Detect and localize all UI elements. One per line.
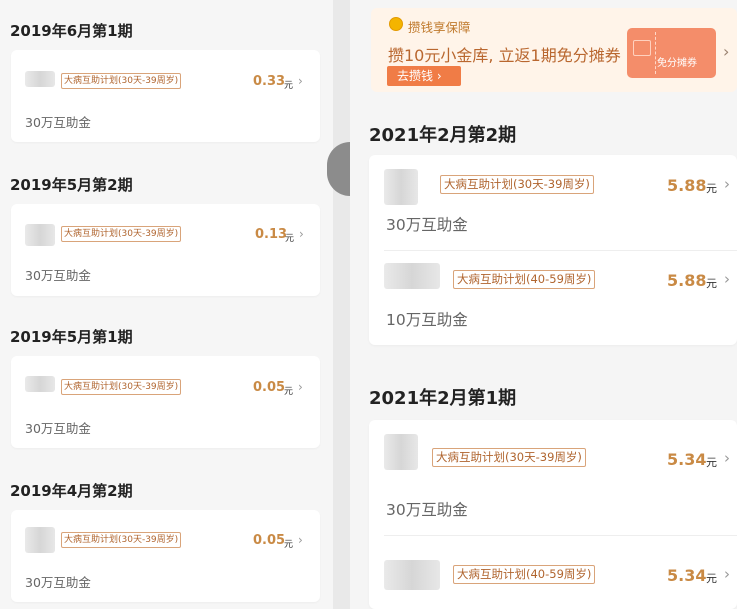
amount-unit: 元 [706, 182, 717, 195]
amount-unit: 元 [284, 387, 294, 397]
period-title: 2021年2月第2期 [369, 125, 517, 146]
amount: 5.34 [667, 566, 707, 585]
blurred-avatar [25, 527, 55, 553]
period-title: 2019年4月第2期 [10, 482, 133, 500]
chevron-right-icon[interactable]: › [299, 227, 304, 241]
plan-tag: 大病互助计划(30天-39周岁) [61, 532, 182, 548]
blurred-avatar [25, 71, 55, 87]
period-title: 2019年5月第2期 [10, 176, 133, 194]
save-money-button[interactable]: 去攒钱 › [387, 66, 461, 86]
coverage-label: 30万互助金 [25, 575, 91, 590]
amount-unit: 元 [284, 540, 294, 550]
row-divider [384, 535, 737, 536]
chevron-right-icon[interactable]: › [724, 565, 730, 583]
period-title: 2021年2月第1期 [369, 388, 517, 409]
left-panel: 2019年6月第1期 大病互助计划(30天-39周岁) 0.33 元 › 30万… [0, 0, 333, 609]
period-title: 2019年6月第1期 [10, 22, 133, 40]
amount-unit: 元 [285, 234, 295, 244]
coverage-label: 30万互助金 [386, 216, 468, 234]
blurred-avatar [384, 169, 418, 205]
plan-tag: 大病互助计划(30天-39周岁) [61, 226, 182, 242]
ticket-label: 免分摊券 [657, 58, 697, 69]
coverage-label: 30万互助金 [25, 115, 91, 130]
chevron-right-icon[interactable]: › [298, 74, 303, 88]
coverage-label: 30万互助金 [386, 501, 468, 519]
amount-unit: 元 [284, 81, 294, 91]
ticket-stub-icon [633, 40, 651, 56]
amount-unit: 元 [706, 277, 717, 290]
amount: 5.34 [667, 450, 707, 469]
period-card[interactable]: 大病互助计划(30天-39周岁) 0.05 元 › 30万互助金 [11, 356, 320, 448]
panel-divider [333, 0, 350, 609]
ticket-perforation [655, 32, 656, 74]
chevron-right-icon[interactable]: › [298, 380, 303, 394]
amount: 0.05 [253, 380, 286, 395]
blurred-avatar [25, 224, 55, 246]
blurred-avatar [384, 434, 418, 470]
coverage-label: 30万互助金 [25, 268, 91, 283]
amount-unit: 元 [706, 456, 717, 469]
plan-tag: 大病互助计划(30天-39周岁) [61, 379, 182, 395]
plan-tag: 大病互助计划(30天-39周岁) [440, 175, 594, 194]
amount-unit: 元 [706, 572, 717, 585]
coin-icon [389, 17, 403, 31]
coupon-ticket: 免分摊券 [627, 28, 716, 78]
plan-tag: 大病互助计划(40-59周岁) [453, 270, 596, 289]
period-card[interactable]: 大病互助计划(30天-39周岁) 0.05 元 › 30万互助金 [11, 510, 320, 602]
plan-tag: 大病互助计划(30天-39周岁) [432, 448, 586, 467]
savings-promo-banner[interactable]: 攒钱享保障 攒10元小金库, 立返1期免分摊券 去攒钱 › 免分摊券 › [371, 8, 737, 92]
blurred-avatar [384, 263, 440, 289]
plan-tag: 大病互助计划(40-59周岁) [453, 565, 596, 584]
period-card: 大病互助计划(30天-39周岁) 5.88 元 › 30万互助金 大病互助计划(… [369, 155, 737, 345]
amount: 0.05 [253, 533, 286, 548]
chevron-right-icon[interactable]: › [298, 533, 303, 547]
period-title: 2019年5月第1期 [10, 328, 133, 346]
plan-tag: 大病互助计划(30天-39周岁) [61, 73, 182, 89]
chevron-right-icon[interactable]: › [724, 175, 730, 193]
promo-text: 攒10元小金库, 立返1期免分摊券 [388, 46, 621, 65]
blurred-avatar [25, 376, 55, 392]
coverage-label: 30万互助金 [25, 421, 91, 436]
period-card: 大病互助计划(30天-39周岁) 5.34 元 › 30万互助金 大病互助计划(… [369, 420, 737, 609]
row-divider [384, 250, 737, 251]
period-card[interactable]: 大病互助计划(30天-39周岁) 0.33 元 › 30万互助金 [11, 50, 320, 142]
chevron-right-icon[interactable]: › [724, 449, 730, 467]
period-card[interactable]: 大病互助计划(30天-39周岁) 0.13 元 › 30万互助金 [11, 204, 320, 296]
chevron-right-icon[interactable]: › [723, 42, 729, 61]
amount: 5.88 [667, 176, 707, 195]
coverage-label: 10万互助金 [386, 311, 468, 329]
blurred-avatar [384, 560, 440, 590]
amount: 0.33 [253, 74, 286, 89]
chevron-right-icon[interactable]: › [724, 270, 730, 288]
amount: 5.88 [667, 271, 707, 290]
amount: 0.13 [255, 227, 288, 242]
right-panel: 攒钱享保障 攒10元小金库, 立返1期免分摊券 去攒钱 › 免分摊券 › 202… [350, 0, 737, 609]
promo-title: 攒钱享保障 [408, 20, 471, 35]
